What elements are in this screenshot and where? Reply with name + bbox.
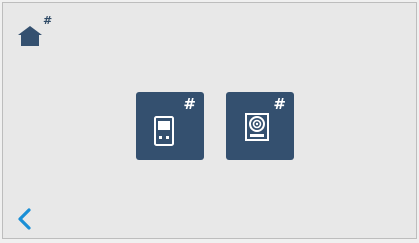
intercom-badge: #: [183, 95, 196, 113]
door-station-camera-icon: [245, 113, 269, 141]
home-icon: [18, 26, 42, 46]
back-button[interactable]: [14, 207, 38, 231]
chevron-left-icon: [18, 208, 31, 230]
door-station-button[interactable]: #: [226, 92, 294, 160]
home-button[interactable]: #: [17, 15, 53, 49]
door-station-badge: #: [273, 95, 286, 113]
screen: # # #: [2, 2, 417, 239]
intercom-handset-icon: [154, 116, 174, 146]
intercom-button[interactable]: #: [136, 92, 204, 160]
home-badge: #: [43, 14, 53, 27]
